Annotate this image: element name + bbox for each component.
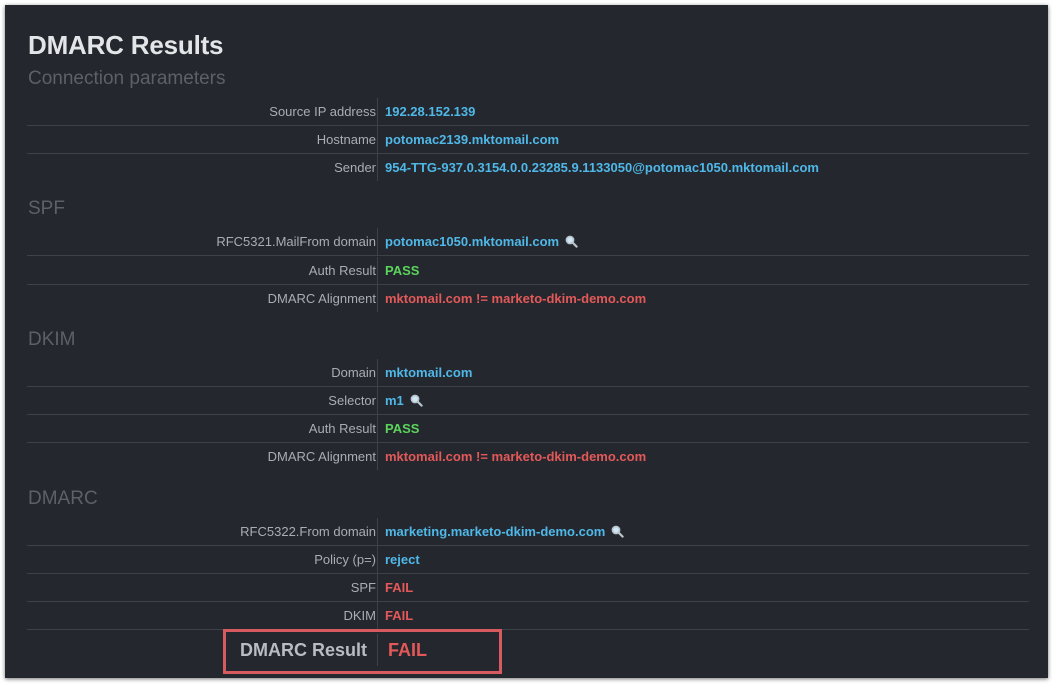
row-dmarc-policy: Policy (p=) reject bbox=[27, 546, 1029, 574]
dmarc-from-domain-value: marketing.marketo-dkim-demo.com bbox=[385, 518, 625, 545]
row-spf-alignment: DMARC Alignment mktomail.com != marketo-… bbox=[27, 285, 1029, 312]
row-dkim-domain: Domain mktomail.com bbox=[27, 359, 1029, 387]
row-hostname: Hostname potomac2139.mktomail.com bbox=[27, 126, 1029, 154]
dkim-alignment-value: mktomail.com != marketo-dkim-demo.com bbox=[385, 449, 647, 464]
row-label: Selector bbox=[328, 393, 376, 408]
magnifier-icon[interactable] bbox=[410, 394, 423, 407]
spf-auth-result-value: PASS bbox=[385, 263, 420, 278]
section-heading-dkim: DKIM bbox=[28, 329, 76, 350]
row-label: RFC5322.From domain bbox=[240, 524, 376, 539]
row-dmarc-result: DMARC Result FAIL bbox=[27, 630, 1029, 670]
source-ip-value: 192.28.152.139 bbox=[385, 104, 476, 119]
row-label: RFC5321.MailFrom domain bbox=[216, 234, 376, 249]
row-label: Sender bbox=[334, 160, 376, 175]
row-divider bbox=[377, 574, 378, 601]
row-label: SPF bbox=[350, 580, 376, 595]
row-dmarc-spf: SPF FAIL bbox=[27, 574, 1029, 602]
row-divider bbox=[377, 257, 378, 284]
row-divider bbox=[377, 98, 378, 125]
row-label: DMARC Alignment bbox=[267, 291, 376, 306]
row-label: Auth Result bbox=[308, 421, 376, 436]
row-divider bbox=[377, 228, 378, 255]
dmarc-policy-value: reject bbox=[385, 552, 420, 567]
row-divider bbox=[377, 546, 378, 573]
row-divider bbox=[377, 443, 378, 470]
row-label: Source IP address bbox=[269, 104, 376, 119]
row-spf-auth-result: Auth Result PASS bbox=[27, 257, 1029, 285]
row-divider bbox=[377, 518, 378, 545]
row-dmarc-dkim: DKIM FAIL bbox=[27, 602, 1029, 630]
row-divider bbox=[377, 126, 378, 153]
row-source-ip: Source IP address 192.28.152.139 bbox=[27, 98, 1029, 126]
magnifier-icon[interactable] bbox=[611, 525, 625, 538]
row-label: Domain bbox=[331, 365, 376, 380]
dkim-selector-value: m1 bbox=[385, 387, 423, 414]
sender-value: 954-TTG-937.0.3154.0.0.23285.9.1133050@p… bbox=[385, 160, 819, 175]
row-label: DKIM bbox=[343, 608, 377, 623]
row-divider bbox=[377, 154, 378, 181]
dkim-domain-value: mktomail.com bbox=[385, 365, 473, 380]
section-heading-dmarc: DMARC bbox=[28, 488, 98, 509]
page-title: DMARC Results bbox=[28, 30, 224, 60]
row-divider bbox=[377, 359, 378, 386]
row-label: DMARC Alignment bbox=[267, 449, 376, 464]
row-dmarc-from-domain: RFC5322.From domain marketing.marketo-dk… bbox=[27, 518, 1029, 546]
row-dkim-alignment: DMARC Alignment mktomail.com != marketo-… bbox=[27, 443, 1029, 470]
row-sender: Sender 954-TTG-937.0.3154.0.0.23285.9.11… bbox=[27, 154, 1029, 181]
row-divider bbox=[377, 285, 378, 312]
row-label: Policy (p=) bbox=[314, 552, 376, 567]
row-divider bbox=[377, 634, 378, 666]
spf-alignment-value: mktomail.com != marketo-dkim-demo.com bbox=[385, 291, 647, 306]
dmarc-result-label: DMARC Result bbox=[239, 640, 367, 660]
row-label: Auth Result bbox=[308, 263, 376, 278]
section-heading-connection: Connection parameters bbox=[28, 68, 226, 89]
row-dkim-selector: Selector m1 bbox=[27, 387, 1029, 415]
dmarc-result-value: FAIL bbox=[388, 640, 427, 660]
spf-mailfrom-value: potomac1050.mktomail.com bbox=[385, 228, 578, 255]
magnifier-icon[interactable] bbox=[565, 235, 578, 248]
row-divider bbox=[377, 387, 378, 414]
dmarc-results-panel: DMARC Results Connection parameters Sour… bbox=[5, 5, 1048, 678]
dmarc-dkim-value: FAIL bbox=[385, 608, 414, 623]
row-label: Hostname bbox=[316, 132, 376, 147]
row-spf-mailfrom: RFC5321.MailFrom domain potomac1050.mkto… bbox=[27, 228, 1029, 256]
row-divider bbox=[377, 415, 378, 442]
row-divider bbox=[377, 602, 378, 629]
dmarc-spf-value: FAIL bbox=[385, 580, 414, 595]
section-heading-spf: SPF bbox=[28, 198, 65, 219]
hostname-value: potomac2139.mktomail.com bbox=[385, 132, 560, 147]
row-dkim-auth-result: Auth Result PASS bbox=[27, 415, 1029, 443]
dkim-auth-result-value: PASS bbox=[385, 421, 420, 436]
